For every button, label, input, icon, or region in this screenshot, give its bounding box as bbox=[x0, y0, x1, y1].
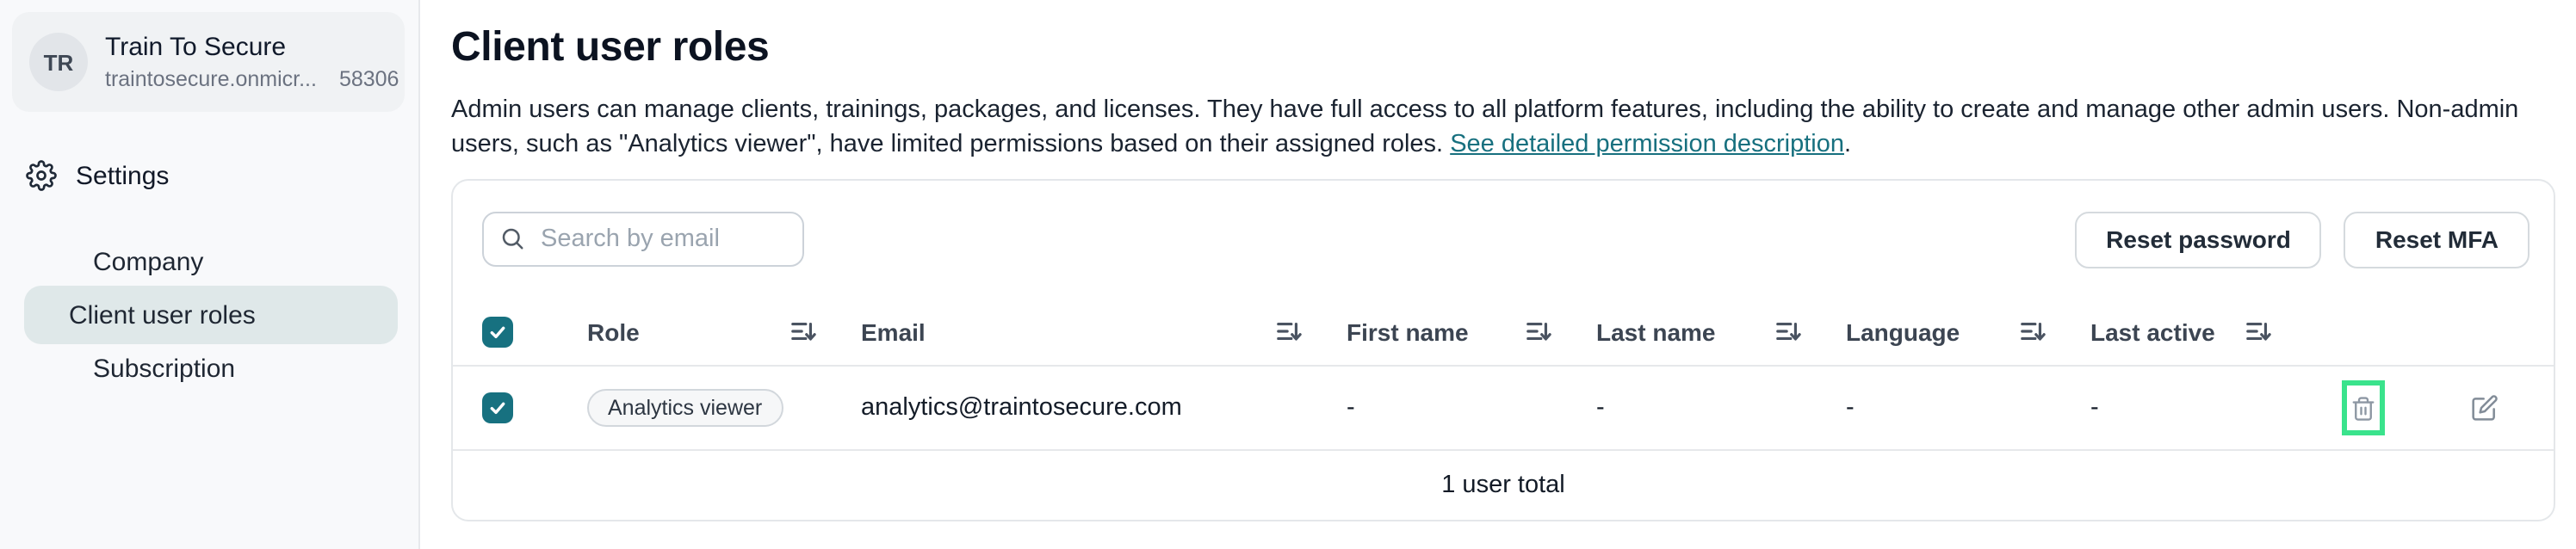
org-meta: Train To Secure traintosecure.onmicr... … bbox=[105, 33, 387, 91]
search-input[interactable] bbox=[482, 212, 804, 267]
main-content: Client user roles Admin users can manage… bbox=[420, 0, 2576, 549]
sidebar-section-label: Settings bbox=[76, 161, 169, 190]
reset-password-button[interactable]: Reset password bbox=[2075, 211, 2322, 268]
select-all-checkbox[interactable] bbox=[482, 316, 513, 347]
delete-highlight-box bbox=[2342, 380, 2385, 435]
search-box bbox=[482, 212, 804, 267]
sidebar-item-client-user-roles[interactable]: Client user roles bbox=[24, 286, 398, 344]
email-cell: analytics@traintosecure.com bbox=[861, 394, 1347, 422]
org-avatar: TR bbox=[29, 33, 88, 91]
table-footer: 1 user total bbox=[453, 451, 2554, 520]
column-header-email[interactable]: Email bbox=[861, 318, 1347, 345]
org-name: Train To Secure bbox=[105, 33, 387, 62]
last-active-cell: - bbox=[2090, 394, 2316, 422]
first-name-cell: - bbox=[1347, 394, 1596, 422]
column-header-first-name[interactable]: First name bbox=[1347, 318, 1596, 345]
reset-mfa-button[interactable]: Reset MFA bbox=[2344, 211, 2530, 268]
sidebar-nav: Company Client user roles Subscription bbox=[0, 237, 418, 392]
org-initials: TR bbox=[44, 49, 74, 75]
description-period: . bbox=[1844, 131, 1851, 158]
user-total-label: 1 user total bbox=[1441, 472, 1565, 499]
org-switcher[interactable]: TR Train To Secure traintosecure.onmicr.… bbox=[12, 12, 405, 112]
users-card: Reset password Reset MFA Role Email bbox=[451, 179, 2555, 521]
gear-icon bbox=[26, 160, 57, 191]
sidebar-section-settings[interactable]: Settings bbox=[0, 155, 418, 196]
app-window: TR Train To Secure traintosecure.onmicr.… bbox=[0, 0, 2576, 549]
sort-icon[interactable] bbox=[790, 318, 816, 344]
column-header-last-active[interactable]: Last active bbox=[2090, 318, 2316, 345]
column-header-role[interactable]: Role bbox=[587, 318, 861, 345]
trash-icon[interactable] bbox=[2350, 395, 2376, 421]
sort-icon[interactable] bbox=[1775, 318, 1801, 344]
role-cell: Analytics viewer bbox=[587, 389, 861, 427]
row-checkbox[interactable] bbox=[482, 392, 513, 423]
page-description: Admin users can manage clients, training… bbox=[451, 93, 2528, 162]
org-domain: traintosecure.onmicr... bbox=[105, 67, 317, 91]
row-actions bbox=[2316, 380, 2554, 435]
role-badge: Analytics viewer bbox=[587, 389, 783, 427]
edit-icon[interactable] bbox=[2471, 394, 2499, 422]
table-header-row: Role Email First name Last name Language bbox=[453, 298, 2554, 367]
table-toolbar: Reset password Reset MFA bbox=[453, 181, 2554, 298]
language-cell: - bbox=[1846, 394, 2090, 422]
sort-icon[interactable] bbox=[2020, 318, 2046, 344]
permission-description-link[interactable]: See detailed permission description bbox=[1450, 131, 1844, 158]
sidebar-item-subscription[interactable]: Subscription bbox=[24, 344, 398, 392]
column-header-language[interactable]: Language bbox=[1846, 318, 2090, 345]
sidebar-item-company[interactable]: Company bbox=[24, 237, 398, 286]
sort-icon[interactable] bbox=[2245, 318, 2271, 344]
column-header-last-name[interactable]: Last name bbox=[1596, 318, 1846, 345]
sort-icon[interactable] bbox=[1276, 318, 1302, 344]
sort-icon[interactable] bbox=[1526, 318, 1551, 344]
last-name-cell: - bbox=[1596, 394, 1846, 422]
page-title: Client user roles bbox=[451, 24, 2555, 72]
org-id: 58306 bbox=[339, 67, 399, 91]
table-row: Analytics viewer analytics@traintosecure… bbox=[453, 367, 2554, 451]
sidebar: TR Train To Secure traintosecure.onmicr.… bbox=[0, 0, 420, 549]
toolbar-buttons: Reset password Reset MFA bbox=[2075, 211, 2530, 268]
